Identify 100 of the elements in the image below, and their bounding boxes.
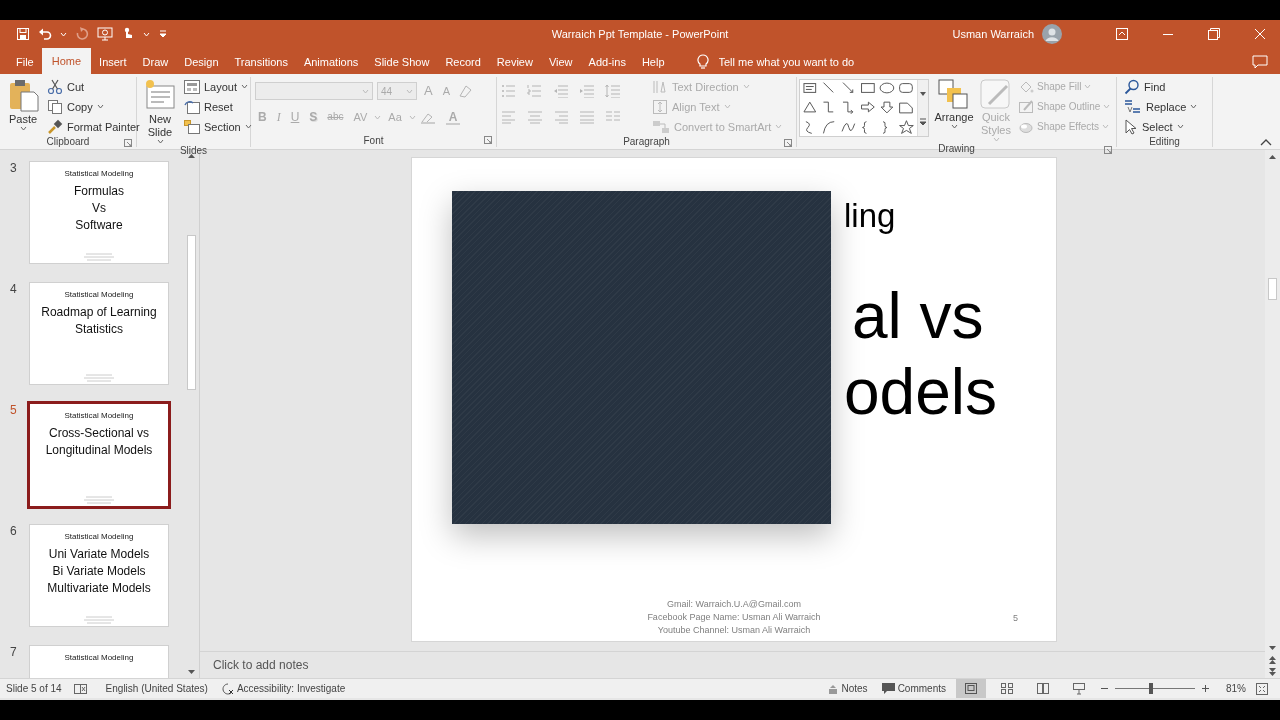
ribbon-display-icon[interactable] bbox=[1116, 28, 1128, 40]
cursor-icon bbox=[1124, 118, 1138, 135]
ribbon-button[interactable]: Section bbox=[181, 117, 255, 136]
comments-button[interactable]: Comments bbox=[877, 682, 950, 695]
notes-button[interactable]: Notes bbox=[822, 682, 872, 695]
ribbon-button[interactable]: Replace bbox=[1121, 97, 1201, 116]
scrollbar-thumb[interactable] bbox=[187, 235, 196, 390]
ribbon-tab[interactable]: Animations bbox=[295, 50, 367, 74]
ribbon-button[interactable]: New Slide bbox=[141, 77, 179, 145]
dialog-launcher-icon[interactable] bbox=[484, 136, 492, 144]
section-icon bbox=[184, 119, 200, 134]
align-text-icon bbox=[652, 98, 668, 115]
thumbnail-title: Vs bbox=[92, 200, 106, 217]
slider-thumb[interactable] bbox=[1149, 683, 1153, 694]
lightbulb-icon bbox=[696, 54, 709, 70]
view-button[interactable] bbox=[956, 679, 986, 698]
arrange-icon bbox=[937, 78, 971, 110]
scrollbar-thumb[interactable] bbox=[1268, 278, 1277, 300]
ribbon-tab[interactable]: Design bbox=[176, 50, 227, 74]
accessibility-button[interactable]: Accessibility: Investigate bbox=[217, 682, 350, 695]
slide-number: 7 bbox=[9, 645, 18, 659]
ribbon-button[interactable]: Layout bbox=[181, 77, 255, 96]
ribbon-tab[interactable]: Transitions bbox=[226, 50, 296, 74]
zoom-level-button[interactable]: 81% bbox=[1222, 683, 1250, 694]
thumbnail-header: Statistical Modeling bbox=[64, 532, 134, 541]
caret-icon bbox=[374, 114, 382, 120]
ribbon-tab[interactable]: Help bbox=[633, 50, 673, 74]
group-label: Font bbox=[363, 134, 384, 146]
save-icon[interactable] bbox=[16, 27, 30, 41]
customize-icon[interactable] bbox=[158, 29, 168, 39]
slide-thumbnail[interactable]: Statistical Modeling Uni Variate Models Bi Variate Models Multivariate Models bbox=[29, 524, 169, 627]
dialog-launcher-icon[interactable] bbox=[124, 139, 132, 147]
search-field[interactable]: Tell me what you want to do bbox=[716, 55, 881, 69]
page-number: 5 bbox=[1013, 612, 1019, 623]
brush-icon bbox=[47, 118, 63, 135]
dialog-launcher-icon[interactable] bbox=[1104, 146, 1112, 154]
window-title: Warraich Ppt Template - PowerPoint bbox=[551, 28, 729, 40]
more-icon[interactable] bbox=[919, 117, 928, 126]
ribbon-tab[interactable]: Slide Show bbox=[366, 50, 438, 74]
close-icon[interactable] bbox=[1254, 28, 1266, 40]
caret-icon bbox=[362, 88, 369, 94]
slide-thumbnail[interactable]: Statistical Modeling bbox=[29, 645, 169, 678]
thumbnail-title: Formulas bbox=[74, 183, 124, 200]
spelling-icon[interactable] bbox=[73, 682, 88, 695]
fit-to-window-icon[interactable] bbox=[1256, 682, 1268, 695]
thumbnail-title: Multivariate Models bbox=[47, 580, 151, 597]
caret-icon bbox=[143, 31, 150, 37]
slide-thumbnail[interactable]: Statistical Modeling Cross-Sectional vs Longitudinal Models bbox=[27, 401, 171, 509]
zoom-in-icon[interactable] bbox=[1201, 684, 1210, 693]
group-label: Paragraph bbox=[623, 136, 670, 147]
ribbon-tab[interactable]: Draw bbox=[134, 50, 177, 74]
ribbon-button[interactable]: Select bbox=[1121, 117, 1201, 136]
accessibility-icon bbox=[221, 682, 234, 695]
thumbnail-title: Cross-Sectional vs bbox=[49, 425, 149, 442]
ribbon-tab[interactable]: Review bbox=[488, 50, 541, 74]
ribbon-button[interactable]: Cut bbox=[44, 77, 143, 96]
ribbon-button[interactable]: Find bbox=[1121, 77, 1201, 96]
scroll-down-icon[interactable] bbox=[919, 90, 928, 97]
restore-icon[interactable] bbox=[1208, 28, 1220, 40]
presentation-icon[interactable] bbox=[97, 27, 113, 41]
slide-thumbnail[interactable]: Statistical Modeling Roadmap of Learning Statistics bbox=[29, 282, 169, 385]
ribbon-tab[interactable]: Add-ins bbox=[580, 50, 634, 74]
thumbnail-title: Software bbox=[75, 217, 123, 234]
notes-field[interactable]: Click to add notes bbox=[211, 657, 415, 673]
avatar-icon[interactable] bbox=[1042, 24, 1062, 44]
thumbnail-title: Bi Variate Models bbox=[52, 563, 146, 580]
font-name-field[interactable] bbox=[255, 82, 373, 100]
ribbon-tab[interactable]: View bbox=[540, 50, 581, 74]
group-label: Editing bbox=[1149, 136, 1180, 147]
thumbnail-header: Statistical Modeling bbox=[64, 411, 134, 420]
slide-number: 5 bbox=[9, 403, 18, 417]
footer-text: Gmail: Warraich.U.A@Gmail.com bbox=[667, 598, 801, 611]
slide-header: ling bbox=[844, 196, 897, 236]
ribbon-button[interactable]: Arrange bbox=[933, 77, 975, 130]
dialog-launcher-icon[interactable] bbox=[784, 139, 792, 147]
shapes-gallery[interactable] bbox=[799, 79, 929, 137]
paste-icon bbox=[7, 78, 39, 112]
ribbon-button[interactable]: Reset bbox=[181, 97, 255, 116]
ribbon-button[interactable]: Paste bbox=[4, 77, 42, 132]
ribbon-tab[interactable]: File bbox=[8, 50, 42, 74]
pen-icon bbox=[1018, 98, 1034, 115]
slide-number: 3 bbox=[9, 161, 18, 175]
caret-icon bbox=[406, 88, 413, 94]
ribbon-button[interactable]: Copy bbox=[44, 97, 143, 116]
group-label: Slides bbox=[179, 145, 208, 156]
collapse-ribbon-icon[interactable] bbox=[1260, 138, 1272, 146]
slide-thumbnail[interactable]: Statistical Modeling Formulas Vs Software bbox=[29, 161, 169, 264]
thumbnail-header: Statistical Modeling bbox=[64, 653, 134, 662]
thumbnail-title: Statistics bbox=[75, 321, 123, 338]
thumbnail-title: Roadmap of Learning bbox=[41, 304, 157, 321]
comment-icon[interactable] bbox=[1252, 55, 1268, 69]
user-name: Usman Warraich bbox=[952, 28, 1034, 40]
language-button[interactable]: English (United States) bbox=[101, 683, 212, 694]
redo-icon bbox=[75, 27, 89, 41]
copy-icon bbox=[47, 98, 63, 115]
ribbon-button[interactable]: Format Painter bbox=[44, 117, 143, 136]
undo-icon[interactable] bbox=[38, 27, 52, 41]
ribbon-tab[interactable]: Insert bbox=[91, 50, 135, 74]
ribbon-tab[interactable]: Home bbox=[41, 48, 92, 74]
ribbon-tab[interactable]: Record bbox=[437, 50, 489, 74]
